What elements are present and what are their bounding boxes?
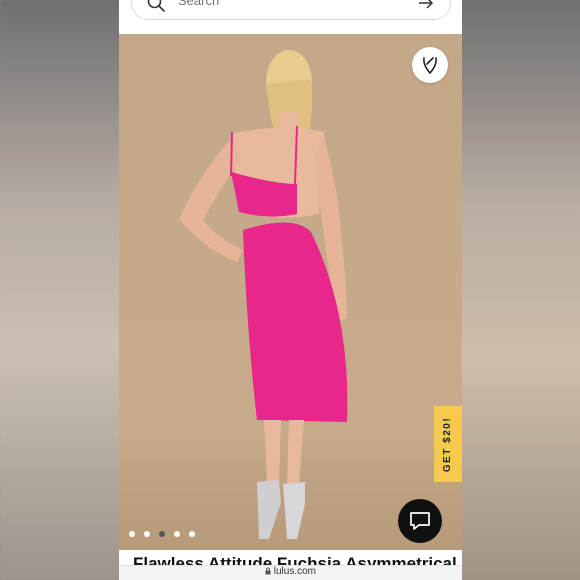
chat-bubble-icon [410, 512, 430, 530]
phone-screen: GET $20! Flawless Attitude Fuchsia Asymm… [119, 0, 462, 580]
search-input[interactable] [176, 0, 400, 9]
model-figure [179, 50, 348, 539]
search-icon [147, 0, 165, 12]
url-text: lulus.com [273, 566, 317, 577]
carousel-dot[interactable] [189, 531, 195, 537]
carousel-dot[interactable] [144, 531, 150, 537]
wishlist-button[interactable] [412, 47, 448, 83]
browser-url-bar[interactable]: lulus.com [119, 565, 462, 580]
carousel-dot[interactable] [159, 531, 165, 537]
carousel-dot[interactable] [174, 531, 180, 537]
promo-tab[interactable]: GET $20! [434, 406, 462, 482]
carousel-dot[interactable] [129, 531, 135, 537]
background-left [0, 0, 120, 580]
product-image[interactable]: GET $20! [119, 34, 462, 550]
arrow-right-icon[interactable] [416, 0, 436, 13]
search-bar[interactable] [131, 0, 451, 20]
lock-icon [265, 567, 271, 575]
chat-button[interactable] [398, 499, 442, 543]
promo-label: GET $20! [442, 416, 454, 472]
background-right [462, 0, 580, 580]
carousel-dots [129, 531, 195, 537]
heart-icon [423, 57, 437, 75]
